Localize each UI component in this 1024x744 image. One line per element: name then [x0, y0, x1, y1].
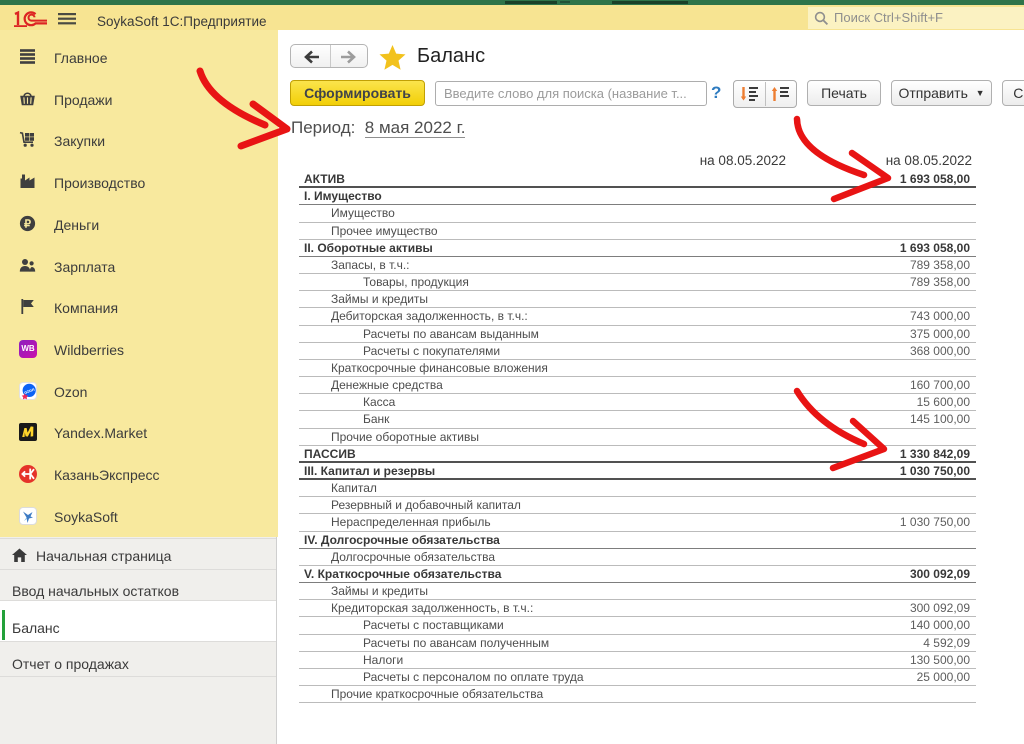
svg-text:₽: ₽ [24, 218, 31, 230]
